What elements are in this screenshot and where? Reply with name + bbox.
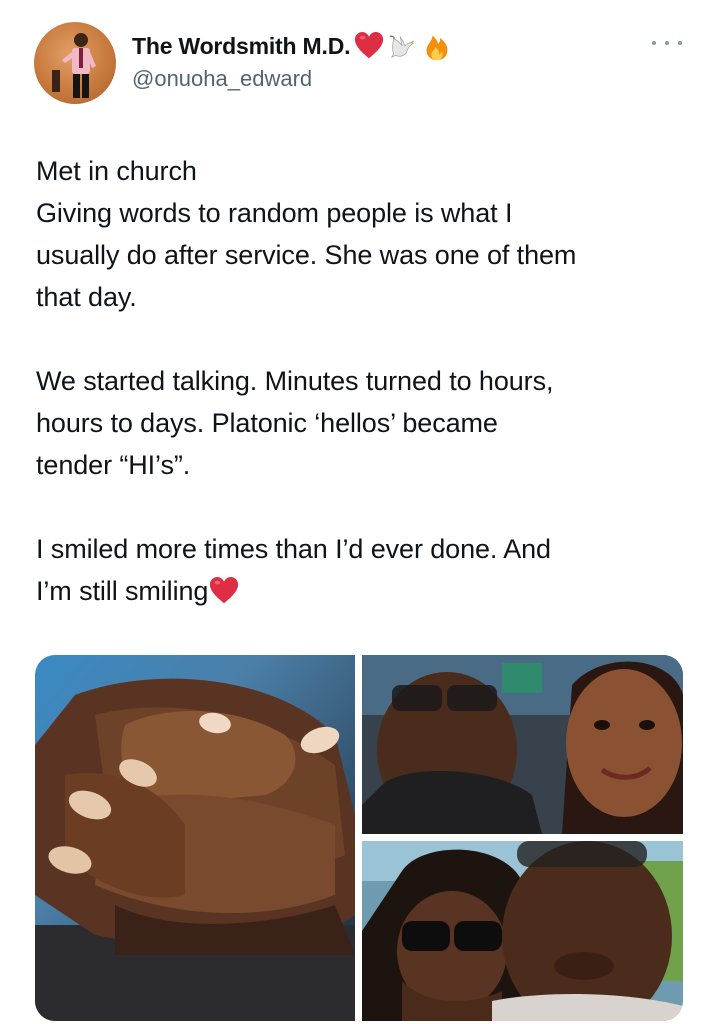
more-dot-icon [652, 41, 656, 45]
tweet-line: We started talking. Minutes turned to ho… [36, 366, 554, 396]
holding-hands-photo[interactable] [35, 655, 355, 1021]
tweet-last-line: I’m still smiling [36, 570, 686, 612]
tweet-line: I smiled more times than I’d ever done. … [36, 534, 551, 564]
more-dot-icon [678, 41, 682, 45]
tweet-line: that day. [36, 282, 137, 312]
display-name[interactable]: The Wordsmith M.D. [132, 33, 351, 60]
tweet-line: hours to days. Platonic ‘hellos’ became [36, 408, 498, 438]
red-heart-icon [208, 576, 240, 606]
red-heart-icon [354, 31, 384, 61]
display-name-row: The Wordsmith M.D. [132, 30, 452, 62]
tweet-line: Met in church [36, 156, 197, 186]
tweet-media-grid [35, 655, 683, 1021]
more-dot-icon [665, 41, 669, 45]
author-avatar[interactable] [34, 22, 116, 104]
tweet-header: The Wordsmith M.D. @onuoha_edward [34, 22, 684, 106]
tweet-line: Giving words to random people is what I [36, 198, 513, 228]
dove-icon [388, 31, 418, 61]
more-options-button[interactable] [652, 36, 682, 50]
tweet-text: Met in church Giving words to random peo… [36, 150, 686, 612]
tweet-line: tender “HI’s”. [36, 450, 191, 480]
couple-selfie-photo[interactable] [362, 655, 683, 834]
fire-icon [422, 31, 452, 61]
author-handle[interactable]: @onuoha_edward [132, 66, 452, 92]
author-names: The Wordsmith M.D. @onuoha_edward [132, 30, 452, 92]
tweet-line: I’m still smiling [36, 576, 209, 606]
tweet-line: usually do after service. She was one of… [36, 240, 577, 270]
couple-selfie-sunglasses-photo[interactable] [362, 841, 683, 1021]
